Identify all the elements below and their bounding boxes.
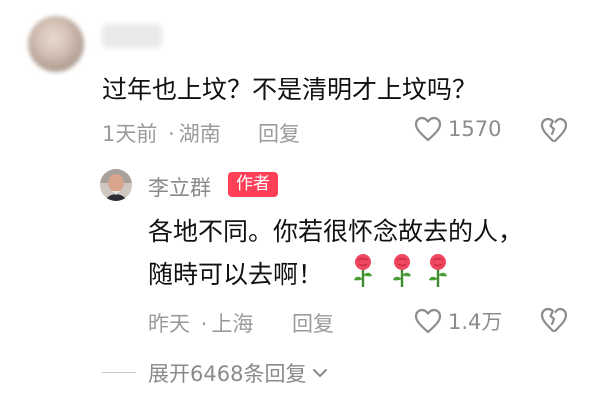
comment-location: 湖南 xyxy=(178,122,221,146)
comment-time: 1天前 xyxy=(102,122,158,146)
rose-icon xyxy=(350,253,376,293)
reply-like-button[interactable]: 1.4万 xyxy=(414,306,502,336)
expand-replies-label: 展开6468条回复 xyxy=(148,362,307,386)
heart-icon xyxy=(414,116,442,142)
comment-like-count: 1570 xyxy=(448,117,502,141)
commenter-name-blurred[interactable] xyxy=(102,24,162,48)
comment-reply-button[interactable]: 回复 xyxy=(258,118,300,148)
commenter-avatar[interactable] xyxy=(28,16,84,72)
meta-separator: · xyxy=(168,122,175,146)
rose-icon xyxy=(425,253,451,293)
comment-meta: 1天前 · 湖南 xyxy=(102,118,221,148)
author-avatar[interactable] xyxy=(100,169,132,201)
author-badge: 作者 xyxy=(228,172,278,197)
reply-time: 昨天 xyxy=(148,312,190,336)
reply-text-line-2: 随時可以去啊！ xyxy=(148,260,324,289)
rose-icon xyxy=(389,253,415,293)
comment-dislike-button[interactable] xyxy=(540,117,568,143)
chevron-down-icon xyxy=(313,369,328,377)
reply-text-line-1: 各地不同。你若很怀念故去的人， xyxy=(148,217,524,246)
broken-heart-icon xyxy=(540,117,568,143)
reply-author-name[interactable]: 李立群 xyxy=(148,172,211,202)
expand-replies-button[interactable]: 展开6468条回复 xyxy=(148,358,328,388)
reply-meta: 昨天 · 上海 xyxy=(148,308,253,338)
reply-reply-button[interactable]: 回复 xyxy=(292,308,334,338)
reply-location: 上海 xyxy=(211,312,254,336)
meta-separator: · xyxy=(200,312,208,336)
author-avatar-image xyxy=(100,169,132,201)
expand-divider xyxy=(102,372,136,373)
heart-icon xyxy=(414,308,442,334)
comment-text: 过年也上坟？不是清明才上坟吗？ xyxy=(102,75,478,104)
reply-dislike-button[interactable] xyxy=(540,307,568,333)
comment-like-button[interactable]: 1570 xyxy=(414,116,501,142)
broken-heart-icon xyxy=(540,307,568,333)
reply-like-count: 1.4万 xyxy=(448,310,503,334)
